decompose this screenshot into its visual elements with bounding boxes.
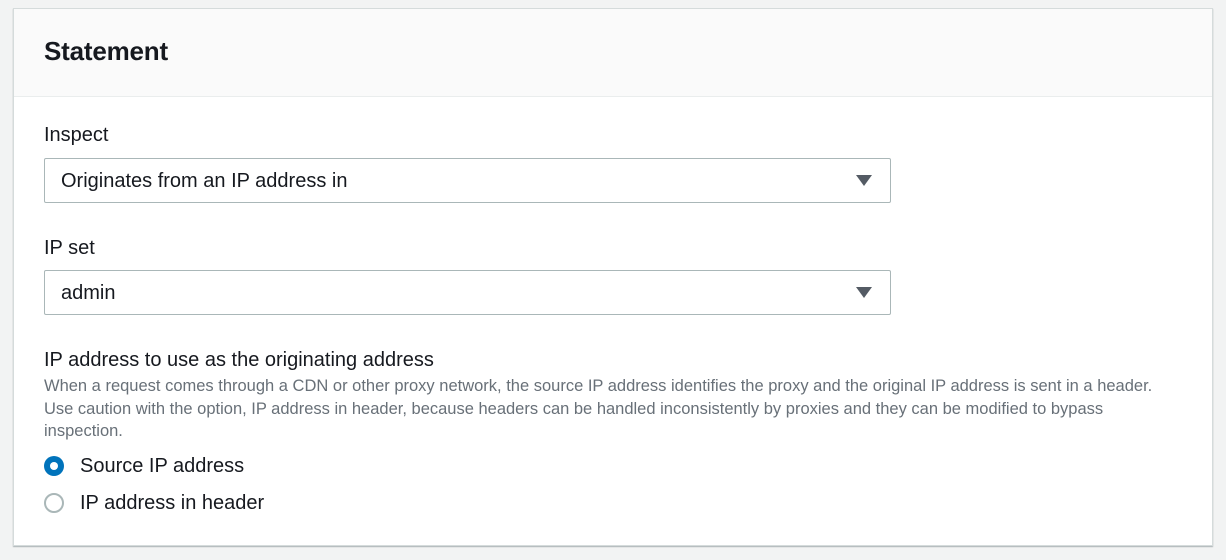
ip-set-select-value: admin	[61, 282, 116, 304]
radio-button-checked[interactable]	[44, 456, 64, 476]
statement-panel: Statement Inspect Originates from an IP …	[13, 8, 1213, 546]
panel-title: Statement	[44, 36, 168, 66]
inspect-select-value: Originates from an IP address in	[61, 170, 348, 192]
panel-header: Statement	[14, 9, 1212, 97]
inspect-select[interactable]: Originates from an IP address in	[44, 158, 891, 203]
radio-option-ip-in-header[interactable]: IP address in header	[44, 490, 264, 516]
ip-set-label: IP set	[44, 237, 95, 259]
caret-down-icon	[856, 287, 872, 298]
radio-button-unchecked[interactable]	[44, 493, 64, 513]
radio-label-ip-in-header: IP address in header	[80, 491, 265, 514]
radio-option-source-ip[interactable]: Source IP address	[44, 453, 244, 479]
ip-set-select[interactable]: admin	[44, 270, 891, 315]
originating-address-label: IP address to use as the originating add…	[44, 349, 434, 371]
radio-label-source-ip: Source IP address	[80, 454, 245, 477]
caret-down-icon	[856, 175, 872, 186]
inspect-label: Inspect	[44, 124, 109, 146]
originating-address-description: When a request comes through a CDN or ot…	[44, 377, 1153, 440]
